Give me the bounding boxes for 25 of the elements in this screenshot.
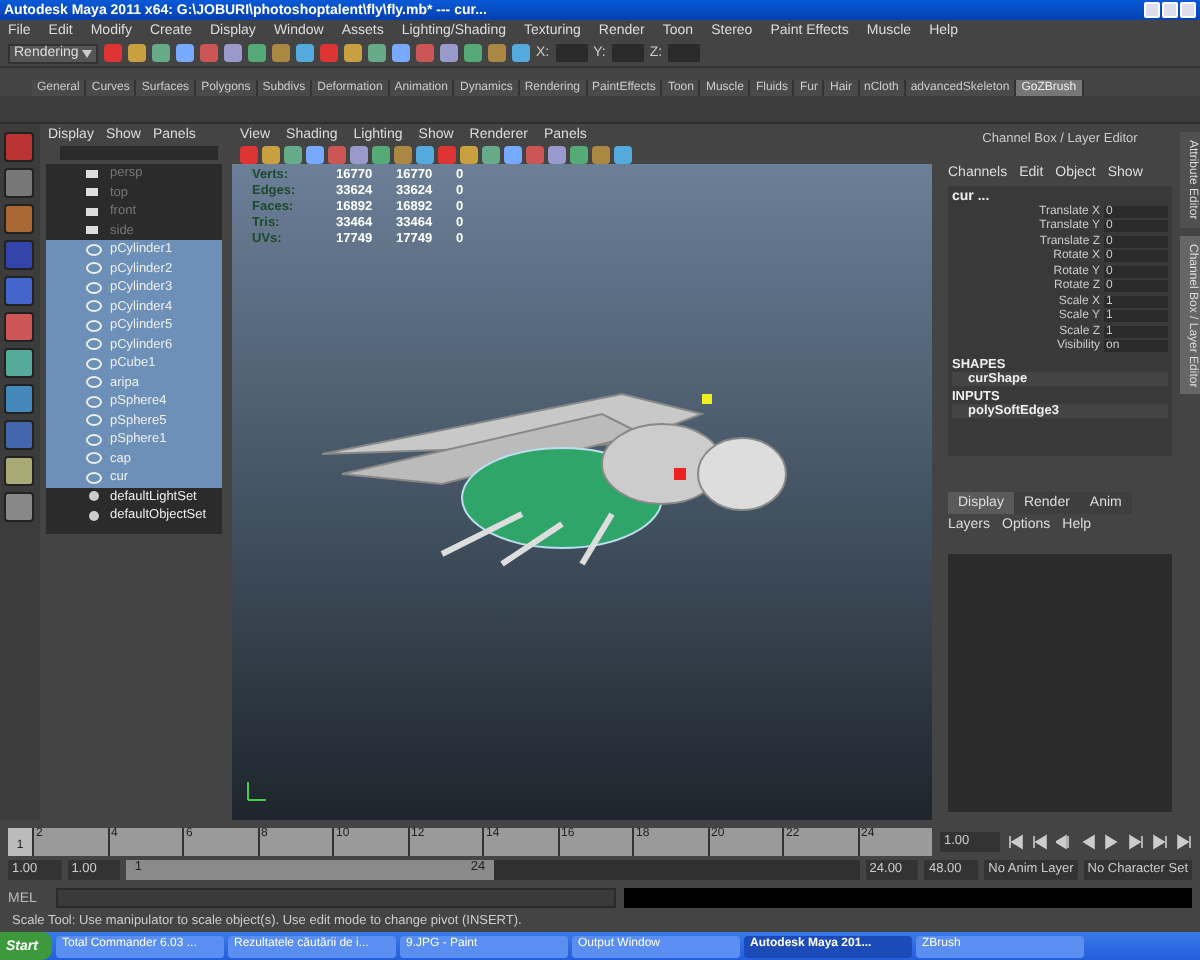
- play-forward-icon[interactable]: [1176, 834, 1192, 850]
- tool-icon[interactable]: [4, 456, 34, 486]
- coordinate-field[interactable]: [611, 44, 644, 62]
- tool-icon[interactable]: [4, 348, 34, 378]
- tool-icon[interactable]: [4, 312, 34, 342]
- play-forward-icon[interactable]: [1128, 834, 1144, 850]
- step-back-icon[interactable]: [1080, 834, 1096, 850]
- play-forward-icon[interactable]: [1104, 834, 1120, 850]
- coordinate-field[interactable]: [555, 44, 588, 62]
- step-back-icon[interactable]: [1056, 834, 1072, 850]
- filter-field[interactable]: [60, 146, 218, 160]
- play-forward-icon[interactable]: [1152, 834, 1168, 850]
- axis-icon: [244, 780, 268, 804]
- tool-icon[interactable]: [4, 132, 34, 162]
- tool-icon[interactable]: [4, 384, 34, 414]
- caret-icon: [82, 49, 92, 57]
- tool-icon[interactable]: [4, 276, 34, 306]
- tool-icon[interactable]: [4, 492, 34, 522]
- command-input[interactable]: [56, 888, 616, 908]
- tool-icon[interactable]: [4, 168, 34, 198]
- step-back-icon[interactable]: [1008, 834, 1024, 850]
- step-back-icon[interactable]: [1032, 834, 1048, 850]
- tool-icon[interactable]: [4, 204, 34, 234]
- tool-icon[interactable]: [4, 420, 34, 450]
- coordinate-field[interactable]: [668, 44, 701, 62]
